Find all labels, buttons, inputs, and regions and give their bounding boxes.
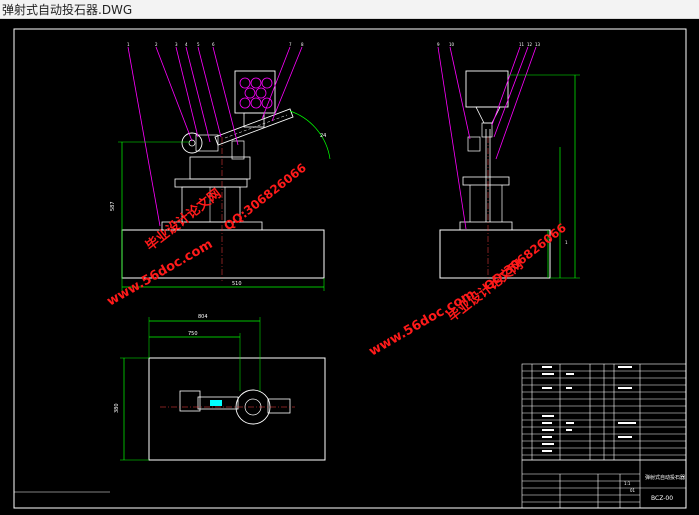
parts-list (521, 363, 687, 461)
cad-drawing-canvas[interactable]: 123 456 78 510 587 24 9 10 11 12 13 1 80… (0, 19, 699, 515)
dim-plan-width: 804 (198, 314, 208, 320)
window-titlebar: 弹射式自动投石器.DWG (0, 0, 699, 19)
svg-text:3: 3 (175, 42, 178, 47)
front-wheel (181, 132, 203, 154)
watermark-qq-left: QQ:306826066 (221, 161, 309, 234)
leader-line (127, 46, 161, 227)
title-block-scale: 1:1 (624, 481, 631, 486)
svg-text:1: 1 (127, 42, 130, 47)
dim-front-height: 587 (110, 201, 116, 211)
window-title: 弹射式自动投石器.DWG (2, 3, 133, 17)
side-hopper (465, 70, 509, 108)
svg-text:5: 5 (197, 42, 200, 47)
sheet-frame (13, 28, 687, 509)
svg-text:4: 4 (185, 42, 188, 47)
title-block-sheet: 01 (630, 488, 636, 493)
svg-text:7: 7 (289, 42, 292, 47)
drawing-viewport[interactable]: 123 456 78 510 587 24 9 10 11 12 13 1 80… (0, 19, 699, 515)
svg-text:11: 11 (519, 42, 525, 47)
svg-text:12: 12 (527, 42, 533, 47)
dim-plan-inner: 750 (188, 331, 198, 337)
dim-front-angle: 24 (320, 133, 326, 139)
watermark-site-right: www.56doc.com (367, 287, 478, 360)
side-view: 9 10 11 12 13 1 (437, 42, 580, 281)
svg-text:13: 13 (535, 42, 541, 47)
dim-side-height: 1 (565, 240, 568, 245)
parts-list-marks (542, 366, 636, 452)
watermark-right: www.56doc.com 毕业设计论文网 QQ:306826066 (367, 221, 569, 360)
svg-text:9: 9 (437, 42, 440, 47)
dim-front-width: 510 (232, 281, 242, 287)
svg-text:10: 10 (449, 42, 455, 47)
svg-text:6: 6 (212, 42, 215, 47)
plan-view: 804 750 380 (114, 314, 326, 461)
watermark-qq-right: QQ:306826066 (481, 221, 569, 294)
svg-text:8: 8 (301, 42, 304, 47)
title-block-code: BCZ-00 (651, 495, 673, 502)
dim-plan-depth: 380 (114, 403, 120, 413)
title-block-title: 弹射式自动投石器 (645, 474, 685, 481)
svg-text:2: 2 (155, 42, 158, 47)
